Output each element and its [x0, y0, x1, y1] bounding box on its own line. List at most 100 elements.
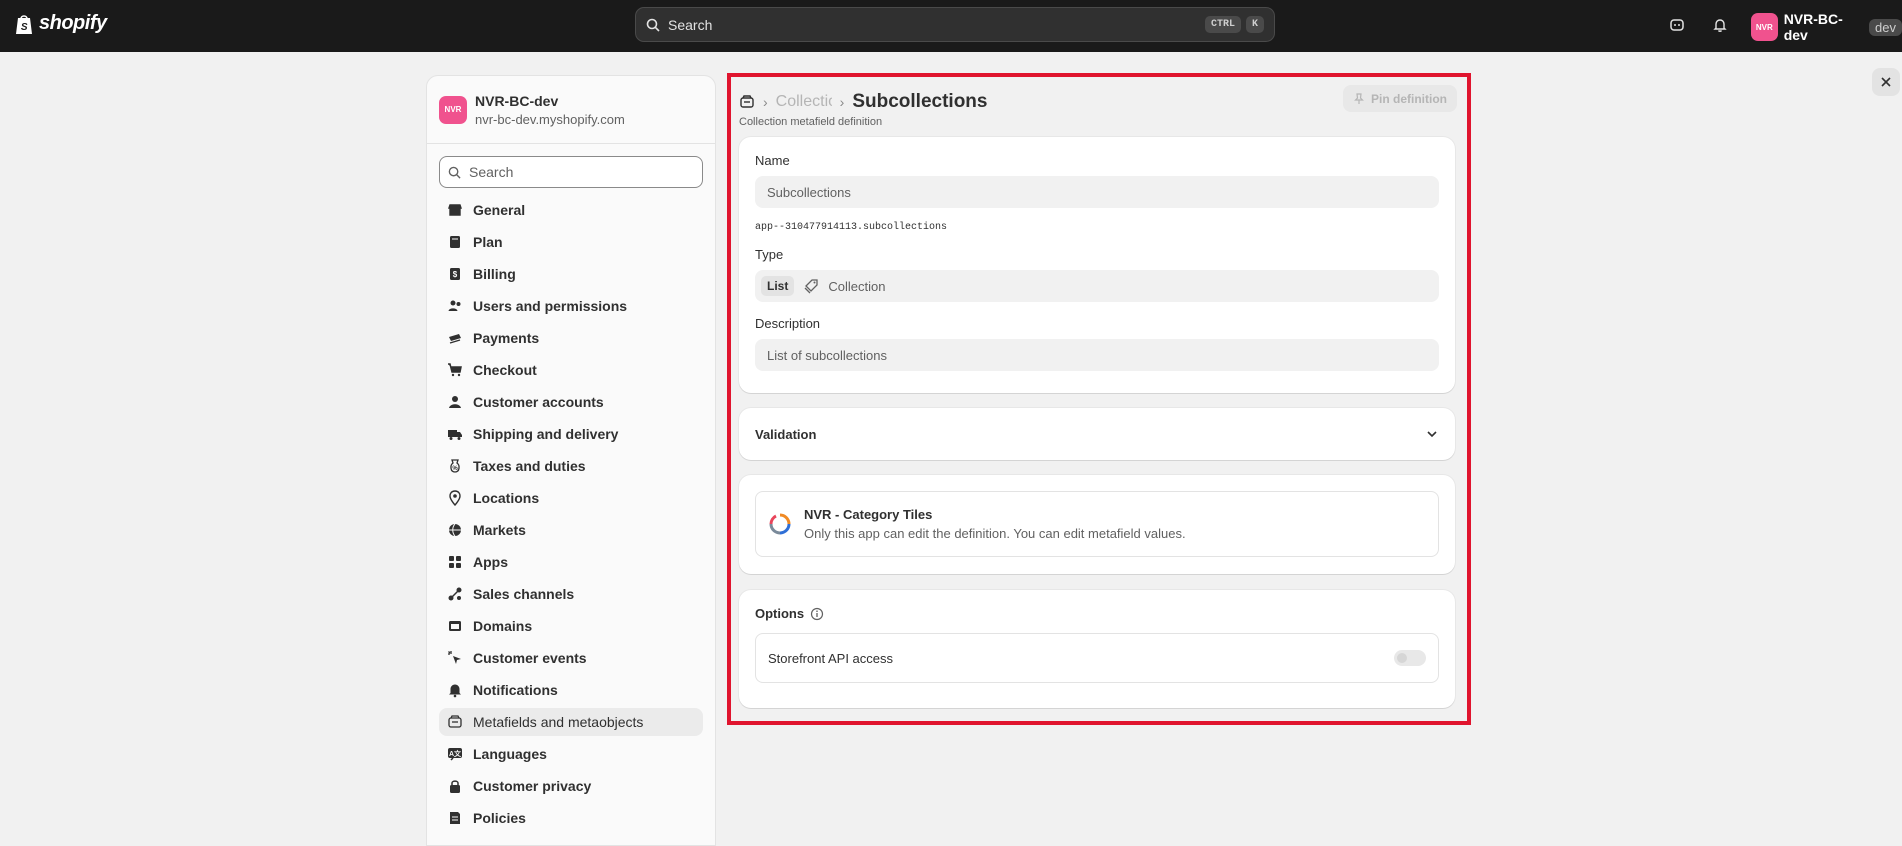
metafield-definition-panel: › Collectio › Subcollections Pin definit…: [739, 85, 1457, 708]
location-icon: [447, 490, 463, 506]
sidebar-item-markets[interactable]: Markets: [439, 516, 703, 544]
breadcrumb: › Collectio › Subcollections Pin definit…: [739, 85, 1457, 119]
sidebar-item-label: Locations: [473, 490, 540, 506]
sidebar-item-label: Users and permissions: [473, 298, 628, 314]
kbd-ctrl: CTRL: [1204, 16, 1241, 33]
type-value: Collection: [828, 278, 886, 294]
pin-definition-button[interactable]: Pin definition: [1343, 85, 1457, 112]
globe-icon: [447, 522, 463, 538]
app-name: NVR - Category Tiles: [804, 507, 933, 522]
store-avatar: NVR: [1751, 13, 1778, 41]
tax-icon: %: [447, 458, 463, 474]
bell-icon[interactable]: [1709, 14, 1731, 36]
sidebar-item-label: Languages: [473, 746, 547, 762]
pin-icon: [1354, 92, 1364, 104]
sidebar-item-label: Notifications: [473, 682, 558, 698]
sidebar-item-customer-privacy[interactable]: Customer privacy: [439, 772, 703, 800]
sidebar-item-notifications[interactable]: Notifications: [439, 676, 703, 704]
search-icon: [646, 18, 660, 32]
collection-icon: [804, 279, 818, 294]
sidebar-item-customer-events[interactable]: Customer events: [439, 644, 703, 672]
payments-icon: [447, 330, 463, 346]
search-icon: [448, 166, 461, 179]
channels-icon: [447, 586, 463, 602]
person-icon: [447, 394, 463, 410]
sidebar-item-label: Apps: [473, 554, 508, 570]
app-ownership-card: NVR - Category Tiles Only this app can e…: [739, 475, 1455, 574]
shopify-bag-icon: S: [16, 14, 32, 34]
app-description: Only this app can edit the definition. Y…: [804, 526, 1186, 541]
apps-icon: [447, 554, 463, 570]
settings-nav: General Plan $ Billing Users and permissions…: [427, 196, 715, 832]
sidebar-item-payments[interactable]: Payments: [439, 324, 703, 352]
definition-card: Name Subcollections app--310477914113.su…: [739, 137, 1455, 393]
sidebar-item-locations[interactable]: Locations: [439, 484, 703, 512]
sidebar-item-label: Checkout: [473, 362, 537, 378]
sidebar-item-label: Markets: [473, 522, 526, 538]
app-info: NVR - Category Tiles Only this app can e…: [755, 491, 1439, 557]
sidebar-item-shipping-and-delivery[interactable]: Shipping and delivery: [439, 420, 703, 448]
storefront-api-label: Storefront API access: [768, 650, 894, 666]
top-bar: S shopify Search CTRL K NVR NVR-BC-dev d…: [0, 0, 1902, 52]
settings-sidebar: NVR NVR-BC-dev nvr-bc-dev.myshopify.com …: [426, 75, 716, 846]
page-title: Subcollections: [852, 91, 988, 112]
sidebar-item-label: Domains: [473, 618, 533, 634]
sidebar-item-policies[interactable]: Policies: [439, 804, 703, 832]
svg-text:%: %: [452, 466, 458, 472]
sidebar-item-users-and-permissions[interactable]: Users and permissions: [439, 292, 703, 320]
policy-icon: [447, 810, 463, 826]
sidebar-item-taxes-and-duties[interactable]: % Taxes and duties: [439, 452, 703, 480]
sidebar-item-label: General: [473, 202, 526, 218]
sidebar-item-domains[interactable]: Domains: [439, 612, 703, 640]
sidebar-item-label: Sales channels: [473, 586, 575, 602]
store-name: NVR-BC-dev: [1783, 11, 1843, 43]
type-field: List Collection: [755, 270, 1439, 302]
validation-section[interactable]: Validation: [739, 408, 1455, 460]
sidebar-item-label: Taxes and duties: [473, 458, 586, 474]
storefront-api-toggle[interactable]: [1394, 650, 1426, 666]
settings-search-input[interactable]: Search: [439, 156, 703, 188]
shopify-logo[interactable]: S shopify: [14, 12, 107, 35]
store-icon: [447, 202, 463, 218]
sidebar-item-apps[interactable]: Apps: [439, 548, 703, 576]
description-label: Description: [755, 316, 821, 331]
sidebar-item-general[interactable]: General: [439, 196, 703, 224]
breadcrumb-collection-link[interactable]: Collectio: [776, 93, 832, 111]
settings-search-placeholder: Search: [469, 164, 514, 180]
name-field[interactable]: Subcollections: [755, 176, 1439, 208]
shop-name: NVR-BC-dev: [475, 92, 559, 109]
list-chip: List: [761, 276, 795, 296]
sidebar-item-label: Customer privacy: [473, 778, 592, 794]
cursor-icon: [447, 650, 463, 666]
close-settings-button[interactable]: [1872, 68, 1900, 96]
info-icon[interactable]: [810, 607, 824, 621]
global-search[interactable]: Search CTRL K: [635, 7, 1275, 42]
sidebar-item-languages[interactable]: A文 Languages: [439, 740, 703, 768]
sidebar-item-metafields-and-metaobjects[interactable]: Metafields and metaobjects: [439, 708, 703, 736]
store-menu[interactable]: NVR NVR-BC-dev dev: [1751, 11, 1902, 43]
sidebar-item-sales-channels[interactable]: Sales channels: [439, 580, 703, 608]
breadcrumb-separator: ›: [839, 94, 845, 110]
pin-definition-label: Pin definition: [1371, 91, 1447, 106]
sidebar-item-billing[interactable]: $ Billing: [439, 260, 703, 288]
shop-avatar: NVR: [439, 95, 467, 124]
sidebar-item-checkout[interactable]: Checkout: [439, 356, 703, 384]
options-card: Options Storefront API access: [739, 590, 1455, 708]
shop-header[interactable]: NVR NVR-BC-dev nvr-bc-dev.myshopify.com: [427, 76, 715, 144]
metafield-icon[interactable]: [739, 94, 755, 110]
sidebar-item-label: Payments: [473, 330, 540, 346]
sidebar-item-label: Customer accounts: [473, 394, 604, 410]
app-logo-icon: [769, 513, 791, 535]
sidebar-item-label: Metafields and metaobjects: [473, 714, 644, 730]
svg-text:A文: A文: [449, 749, 462, 758]
sidebar-item-plan[interactable]: Plan: [439, 228, 703, 256]
sidekick-icon[interactable]: [1666, 14, 1688, 36]
description-field[interactable]: List of subcollections: [755, 339, 1439, 371]
options-label: Options: [755, 606, 805, 621]
kbd-k: K: [1245, 16, 1264, 33]
namespace-key: app--310477914113.subcollections: [755, 222, 948, 233]
lock-icon: [447, 778, 463, 794]
sidebar-item-label: Shipping and delivery: [473, 426, 619, 442]
billing-icon: $: [447, 266, 463, 282]
sidebar-item-customer-accounts[interactable]: Customer accounts: [439, 388, 703, 416]
